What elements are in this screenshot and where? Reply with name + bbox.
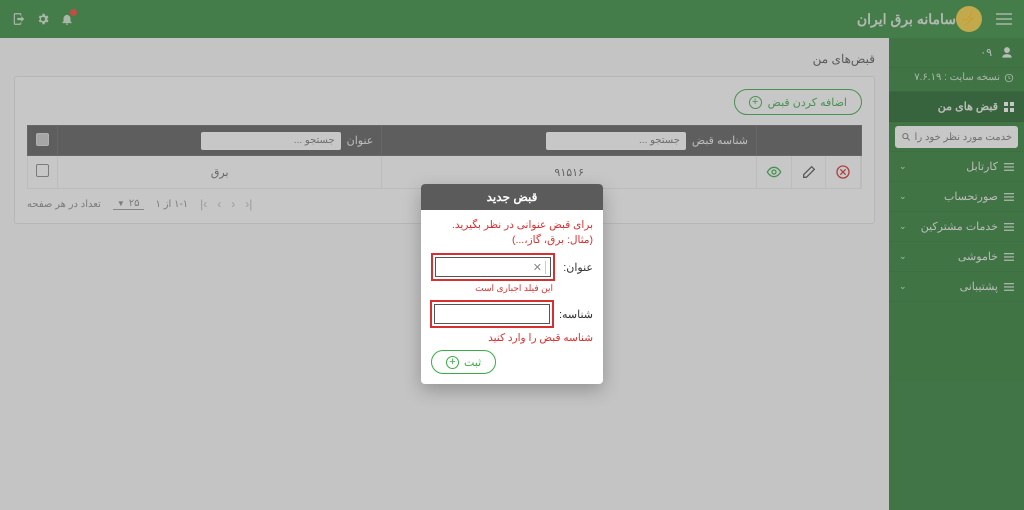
modal-hint-bottom: شناسه قبض را وارد کنید bbox=[431, 332, 593, 344]
bill-id-input[interactable] bbox=[439, 308, 545, 320]
new-bill-modal: قبض جدید برای قبض عنوانی در نظر بگیرید. … bbox=[421, 184, 603, 384]
modal-title: قبض جدید bbox=[421, 184, 603, 210]
field-title-error: این فیلد اجباری است bbox=[431, 283, 553, 294]
field-id-label: شناسه: bbox=[559, 308, 593, 321]
field-title-highlight: ✕ bbox=[431, 253, 555, 281]
clear-title-icon[interactable]: ✕ bbox=[530, 261, 546, 274]
field-title-label: عنوان: bbox=[560, 261, 593, 274]
bill-title-input[interactable] bbox=[440, 261, 530, 273]
plus-circle-icon: + bbox=[446, 356, 459, 369]
modal-hint-top: برای قبض عنوانی در نظر بگیرید. (مثال: بر… bbox=[431, 218, 593, 247]
submit-button[interactable]: ثبت + bbox=[431, 350, 496, 374]
field-id-highlight bbox=[430, 300, 554, 328]
